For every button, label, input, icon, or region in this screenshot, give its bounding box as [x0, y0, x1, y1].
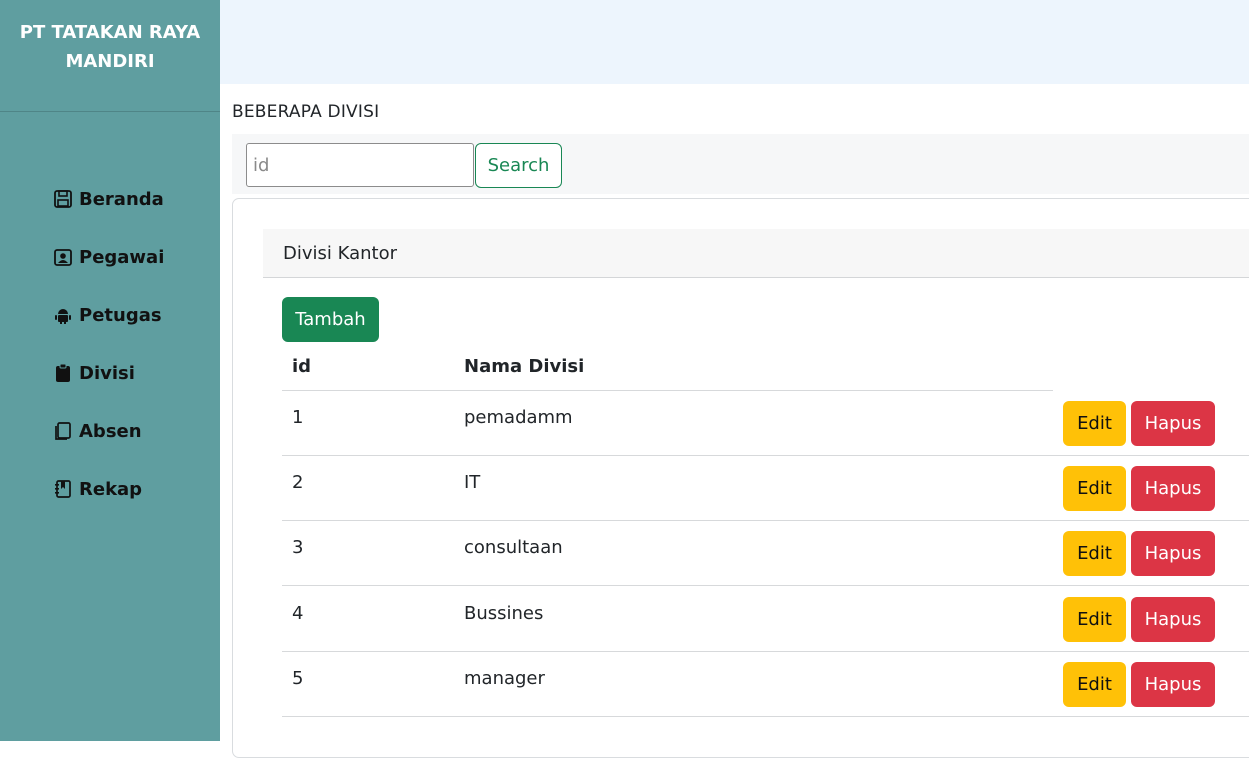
- sidebar-item-label: Divisi: [79, 362, 135, 384]
- sidebar-nav: Beranda Pegawai Petugas Divisi Absen Rek…: [52, 170, 164, 518]
- edit-button[interactable]: Edit: [1063, 531, 1126, 576]
- save-icon: [52, 188, 74, 210]
- journals-icon: [52, 420, 74, 442]
- search-button[interactable]: Search: [475, 143, 562, 188]
- delete-button[interactable]: Hapus: [1131, 401, 1215, 446]
- column-header-id: id: [292, 356, 312, 377]
- sidebar-item-label: Petugas: [79, 304, 162, 326]
- edit-button[interactable]: Edit: [1063, 401, 1126, 446]
- card-header: Divisi Kantor: [263, 229, 1249, 278]
- add-button[interactable]: Tambah: [282, 297, 379, 342]
- sidebar-item-pegawai[interactable]: Pegawai: [52, 228, 164, 286]
- cell-name: manager: [464, 668, 545, 689]
- cell-id: 1: [292, 407, 304, 428]
- delete-button[interactable]: Hapus: [1131, 597, 1215, 642]
- person-badge-icon: [52, 246, 74, 268]
- cell-name: Bussines: [464, 603, 544, 624]
- sidebar-item-label: Pegawai: [79, 246, 165, 268]
- sidebar-item-petugas[interactable]: Petugas: [52, 286, 164, 344]
- cell-id: 4: [292, 603, 304, 624]
- brand-line-2: MANDIRI: [65, 51, 155, 72]
- brand-line-1: PT TATAKAN RAYA: [19, 22, 201, 43]
- search-input[interactable]: [246, 143, 474, 187]
- delete-button[interactable]: Hapus: [1131, 531, 1215, 576]
- cell-id: 2: [292, 472, 304, 493]
- cell-id: 3: [292, 537, 304, 558]
- table-row: 4 Bussines Edit Hapus: [282, 587, 1249, 652]
- table-row: 1 pemadamm Edit Hapus: [282, 391, 1249, 456]
- sidebar-item-divisi[interactable]: Divisi: [52, 344, 164, 402]
- table-row: 2 IT Edit Hapus: [282, 456, 1249, 521]
- page-title: BEBERAPA DIVISI: [232, 102, 380, 122]
- table-row: 3 consultaan Edit Hapus: [282, 521, 1249, 586]
- delete-button[interactable]: Hapus: [1131, 466, 1215, 511]
- android-icon: [52, 304, 74, 326]
- edit-button[interactable]: Edit: [1063, 466, 1126, 511]
- sidebar-item-label: Rekap: [79, 478, 143, 500]
- delete-button[interactable]: Hapus: [1131, 662, 1215, 707]
- sidebar-item-beranda[interactable]: Beranda: [52, 170, 164, 228]
- cell-id: 5: [292, 668, 304, 689]
- sidebar-item-absen[interactable]: Absen: [52, 402, 164, 460]
- column-header-nama-divisi: Nama Divisi: [464, 356, 585, 377]
- cell-name: consultaan: [464, 537, 563, 558]
- edit-button[interactable]: Edit: [1063, 597, 1126, 642]
- topbar: [220, 0, 1249, 84]
- sidebar-item-rekap[interactable]: Rekap: [52, 460, 164, 518]
- sidebar: PT TATAKAN RAYA MANDIRI Beranda Pegawai …: [0, 0, 220, 741]
- edit-button[interactable]: Edit: [1063, 662, 1126, 707]
- brand-title: PT TATAKAN RAYA MANDIRI: [0, 0, 220, 112]
- table-row: 5 manager Edit Hapus: [282, 652, 1249, 717]
- cell-name: pemadamm: [464, 407, 573, 428]
- clipboard-icon: [52, 362, 74, 384]
- journal-bookmark-icon: [52, 478, 74, 500]
- cell-name: IT: [464, 472, 481, 493]
- sidebar-item-label: Absen: [79, 420, 142, 442]
- sidebar-item-label: Beranda: [79, 188, 164, 210]
